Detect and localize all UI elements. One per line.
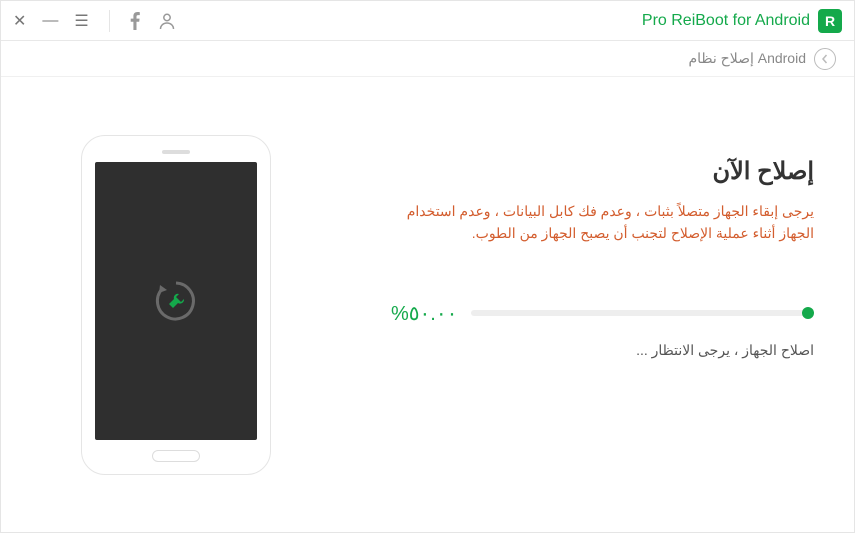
warning-text: يرجى إبقاء الجهاز متصلاً بثبات ، وعدم فك…	[391, 200, 814, 245]
breadcrumb: إصلاح نظام Android	[1, 41, 854, 77]
phone-home-icon	[152, 450, 200, 462]
phone-illustration	[81, 135, 271, 475]
titlebar-right: Pro ReiBoot for Android R	[642, 9, 842, 33]
page-title: إصلاح الآن	[712, 157, 814, 186]
left-panel	[21, 107, 331, 502]
breadcrumb-label: إصلاح نظام Android	[688, 50, 806, 67]
phone-speaker-icon	[162, 150, 190, 154]
progress-fill	[802, 307, 814, 319]
progress-bar	[471, 310, 814, 316]
facebook-icon[interactable]	[130, 12, 140, 30]
repair-icon	[151, 276, 201, 326]
user-icon[interactable]	[158, 12, 176, 30]
menu-icon[interactable]: ☰	[74, 11, 88, 31]
content: إصلاح الآن يرجى إبقاء الجهاز متصلاً بثبا…	[1, 77, 854, 532]
arrow-left-icon	[820, 54, 830, 64]
titlebar-left: ✕ — ☰	[13, 10, 176, 32]
app-title: Pro ReiBoot for Android	[642, 12, 810, 30]
progress-percent: ٥٠.٠٠%	[391, 301, 457, 326]
close-icon[interactable]: ✕	[13, 11, 26, 31]
logo-icon: R	[818, 9, 842, 33]
divider	[109, 10, 110, 32]
minimize-icon[interactable]: —	[42, 12, 58, 30]
progress-row: ٥٠.٠٠%	[391, 301, 814, 326]
titlebar: ✕ — ☰ Pro ReiBoot for Android R	[1, 1, 854, 41]
right-panel: إصلاح الآن يرجى إبقاء الجهاز متصلاً بثبا…	[331, 107, 834, 502]
back-button[interactable]	[814, 48, 836, 70]
window-controls: ✕ — ☰	[13, 11, 89, 31]
status-text: اصلاح الجهاز ، يرجى الانتظار ...	[636, 342, 814, 359]
social-icons	[130, 12, 176, 30]
phone-screen	[95, 162, 257, 440]
